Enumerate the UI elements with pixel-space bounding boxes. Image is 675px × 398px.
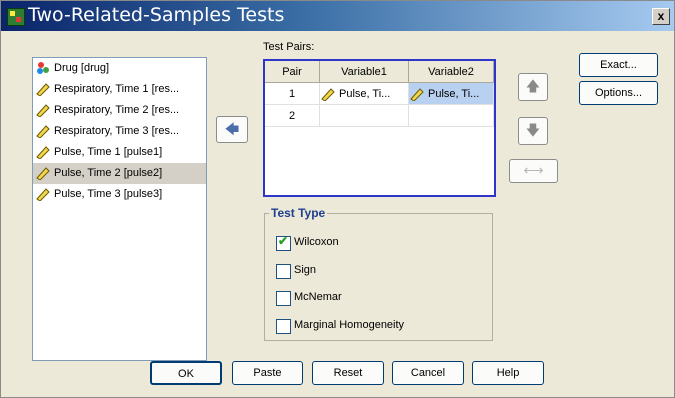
variable-label: Respiratory, Time 2 [res... (54, 104, 180, 116)
exact-button[interactable]: Exact... (579, 53, 658, 77)
move-up-button[interactable]: 🡅 (518, 73, 548, 101)
variable-label: Respiratory, Time 1 [res... (54, 83, 180, 95)
column-header-variable2: Variable2 (408, 61, 494, 83)
test-pairs-grid[interactable]: Pair Variable1 Variable2 1 Pulse, Ti... … (263, 59, 496, 197)
swap-icon: ⟷ (523, 162, 544, 178)
table-row[interactable]: 2 (265, 104, 494, 127)
list-item[interactable]: Pulse, Time 3 [pulse3] (33, 184, 206, 205)
app-icon (7, 8, 25, 26)
variable-list[interactable]: Drug [drug] Respiratory, Time 1 [res... … (32, 57, 207, 361)
window-title: Two-Related-Samples Tests (28, 4, 285, 26)
wilcoxon-label[interactable]: Wilcoxon (294, 236, 339, 248)
list-item[interactable]: Respiratory, Time 1 [res... (33, 79, 206, 100)
close-button[interactable]: x (652, 8, 670, 25)
wilcoxon-checkbox[interactable]: ✔ (276, 234, 291, 251)
column-header-pair: Pair (265, 61, 320, 83)
variable-label: Pulse, Time 2 [pulse2] (54, 167, 163, 179)
scale-icon (36, 83, 50, 97)
table-row[interactable]: 1 Pulse, Ti... Pulse, Ti... (265, 82, 494, 105)
checkmark-icon: ✔ (278, 234, 289, 248)
variable-label: Drug [drug] (54, 62, 110, 74)
scale-icon (410, 87, 424, 101)
variable-label: Pulse, Time 3 [pulse3] (54, 188, 163, 200)
pair-variable2-cell[interactable] (408, 104, 494, 127)
sign-label[interactable]: Sign (294, 264, 316, 276)
test-type-title: Test Type (269, 206, 328, 220)
nominal-icon (37, 62, 49, 75)
list-item[interactable]: Respiratory, Time 2 [res... (33, 100, 206, 121)
reset-button[interactable]: Reset (312, 361, 384, 385)
table-header-row: Pair Variable1 Variable2 (265, 61, 494, 83)
mcnemar-label[interactable]: McNemar (294, 291, 342, 303)
move-down-button[interactable]: 🡇 (518, 117, 548, 145)
pair-number: 1 (265, 82, 320, 105)
move-variable-button[interactable]: 🡄 (216, 116, 248, 143)
variable-label: Pulse, Time 1 [pulse1] (54, 146, 163, 158)
arrow-left-icon: 🡄 (224, 121, 240, 137)
pairs-table: Pair Variable1 Variable2 1 Pulse, Ti... … (265, 61, 494, 127)
test-pairs-label: Test Pairs: (263, 41, 315, 53)
sign-checkbox[interactable] (276, 264, 291, 279)
variable-label: Respiratory, Time 3 [res... (54, 125, 180, 137)
list-item[interactable]: Pulse, Time 1 [pulse1] (33, 142, 206, 163)
help-button[interactable]: Help (472, 361, 544, 385)
pair-variable1-cell[interactable] (319, 104, 409, 127)
arrow-up-icon: 🡅 (525, 78, 541, 94)
list-item-selected[interactable]: Pulse, Time 2 [pulse2] (33, 163, 206, 184)
list-item[interactable]: Drug [drug] (33, 58, 206, 79)
pair-number: 2 (265, 104, 320, 127)
column-header-variable1: Variable1 (319, 61, 409, 83)
scale-icon (321, 87, 335, 101)
mcnemar-checkbox[interactable] (276, 291, 291, 306)
ok-button[interactable]: OK (150, 361, 222, 385)
pair-variable2-cell[interactable]: Pulse, Ti... (408, 82, 494, 105)
paste-button[interactable]: Paste (232, 361, 303, 385)
marginal-homogeneity-checkbox[interactable] (276, 319, 291, 334)
dialog-window: Two-Related-Samples Tests x Drug [drug] … (0, 0, 675, 398)
pair-variable1-cell[interactable]: Pulse, Ti... (319, 82, 409, 105)
swap-variables-button[interactable]: ⟷ (509, 159, 558, 183)
options-button[interactable]: Options... (579, 81, 658, 105)
cancel-button[interactable]: Cancel (392, 361, 464, 385)
scale-icon (36, 104, 50, 118)
list-item[interactable]: Respiratory, Time 3 [res... (33, 121, 206, 142)
scale-icon (36, 125, 50, 139)
scale-icon (36, 146, 50, 160)
scale-icon (36, 167, 50, 181)
title-bar[interactable]: Two-Related-Samples Tests x (1, 1, 674, 31)
marginal-homogeneity-label[interactable]: Marginal Homogeneity (294, 319, 404, 331)
scale-icon (36, 188, 50, 202)
arrow-down-icon: 🡇 (525, 122, 541, 138)
